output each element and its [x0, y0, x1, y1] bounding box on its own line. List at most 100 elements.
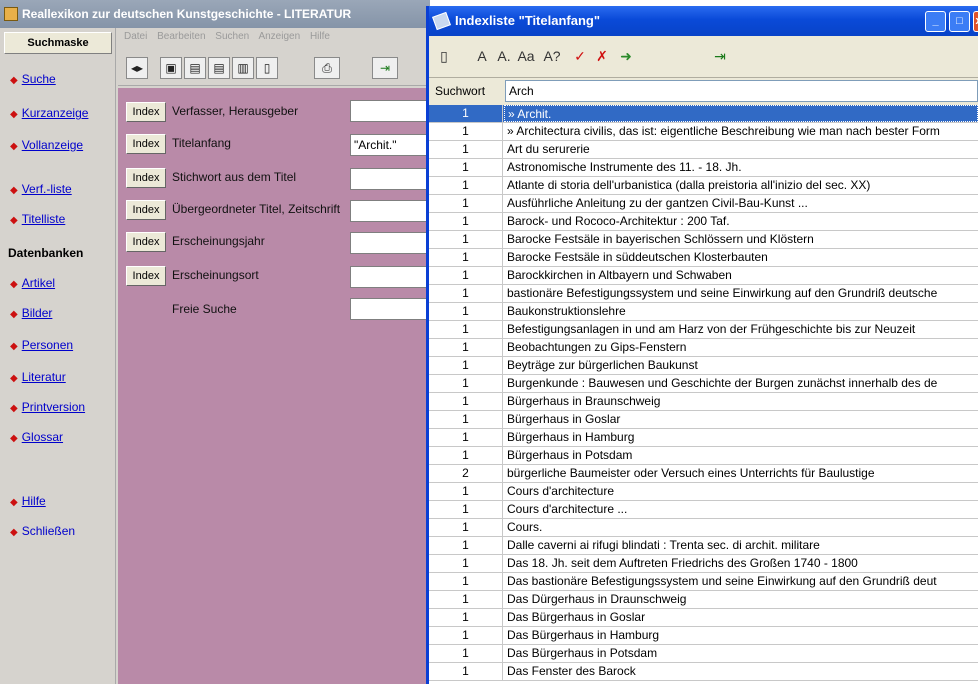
nav-hilfe-link[interactable]: Hilfe	[22, 494, 46, 508]
field-erscheinungsort[interactable]	[350, 266, 430, 288]
field-erscheinungsjahr[interactable]	[350, 232, 430, 254]
table-row[interactable]: 1 Bürgerhaus in Hamburg	[429, 429, 978, 447]
menu-datei[interactable]: Datei	[124, 31, 147, 42]
search-aa-icon[interactable]: Aa	[515, 44, 537, 68]
minimize-icon[interactable]: _	[925, 11, 946, 32]
trash-icon[interactable]: ▯	[256, 57, 278, 79]
menu-anzeigen[interactable]: Anzeigen	[258, 31, 300, 42]
close-icon[interactable]: x	[973, 11, 978, 32]
table-row[interactable]: 1 Das Dürgerhaus in Draunschweig	[429, 591, 978, 609]
nav-hilfe[interactable]: ◆ Hilfe	[10, 494, 46, 508]
table-row[interactable]: 1» Archit.	[429, 105, 978, 123]
table-row[interactable]: 1 Bürgerhaus in Goslar	[429, 411, 978, 429]
table-row[interactable]: 1 Beobachtungen zu Gips-Fenstern	[429, 339, 978, 357]
table-row[interactable]: 1 Beyträge zur bürgerlichen Baukunst	[429, 357, 978, 375]
nav-literatur-link[interactable]: Literatur	[22, 370, 66, 384]
maximize-icon[interactable]: □	[949, 11, 970, 32]
table-row[interactable]: 1 Barocke Festsäle in bayerischen Schlöss…	[429, 231, 978, 249]
table-row[interactable]: 1 Das Bürgerhaus in Hamburg	[429, 627, 978, 645]
index-button-stichwort[interactable]: Index	[126, 168, 166, 188]
index-button-uebergeordneter-titel[interactable]: Index	[126, 200, 166, 220]
index-button-erscheinungsjahr[interactable]: Index	[126, 232, 166, 252]
table-row[interactable]: 1 Burgenkunde : Bauwesen und Geschichte d…	[429, 375, 978, 393]
nav-glossar[interactable]: ◆ Glossar	[10, 430, 63, 444]
nav-schliessen-label[interactable]: Schließen	[22, 524, 75, 538]
nav-vollanzeige[interactable]: ◆ Vollanzeige	[10, 138, 83, 152]
table-row[interactable]: 1 Barocke Festsäle in süddeutschen Kloste…	[429, 249, 978, 267]
save-disk-icon[interactable]: ▤	[184, 57, 206, 79]
nav-personen-link[interactable]: Personen	[22, 338, 73, 352]
table-row[interactable]: 1 Barockkirchen in Altbayern und Schwaben	[429, 267, 978, 285]
table-row[interactable]: 1 » Architectura civilis, das ist: eigent…	[429, 123, 978, 141]
table-row[interactable]: 1 Cours.	[429, 519, 978, 537]
checkmark-icon[interactable]: ✓	[569, 44, 591, 68]
field-uebergeordneter-titel[interactable]	[350, 200, 430, 222]
nav-artikel[interactable]: ◆ Artikel	[10, 276, 55, 290]
table-row[interactable]: 1 Cours d'architecture	[429, 483, 978, 501]
table-row[interactable]: 1 Bürgerhaus in Braunschweig	[429, 393, 978, 411]
menu-suchen[interactable]: Suchen	[215, 31, 249, 42]
nav-suche-link[interactable]: Suche	[22, 72, 56, 86]
nav-personen[interactable]: ◆ Personen	[10, 338, 73, 352]
table-row[interactable]: 1 Das Bürgerhaus in Potsdam	[429, 645, 978, 663]
prev-next-arrows-icon[interactable]: ◂▸	[126, 57, 148, 79]
index-button-verfasser[interactable]: Index	[126, 102, 166, 122]
table-row[interactable]: 1 Barock- und Rococo-Architektur : 200 Ta…	[429, 213, 978, 231]
menu-bearbeiten[interactable]: Bearbeiten	[157, 31, 205, 42]
document-icon[interactable]: ▥	[232, 57, 254, 79]
table-row[interactable]: 1 Baukonstruktionslehre	[429, 303, 978, 321]
print-icon[interactable]: ⎙	[314, 57, 340, 79]
table-row[interactable]: 1 Dalle caverni ai rifugi blindati : Tren…	[429, 537, 978, 555]
nav-vollanzeige-link[interactable]: Vollanzeige	[22, 138, 83, 152]
suchwort-input[interactable]: Arch	[505, 80, 978, 102]
index-button-erscheinungsort[interactable]: Index	[126, 266, 166, 286]
field-stichwort[interactable]	[350, 168, 430, 190]
table-row[interactable]: 1 bastionäre Befestigungssystem und seine…	[429, 285, 978, 303]
nav-kurzanzeige[interactable]: ◆ Kurzanzeige	[10, 106, 88, 120]
table-row[interactable]: 1 Das Bürgerhaus in Goslar	[429, 609, 978, 627]
nav-literatur[interactable]: ◆ Literatur	[10, 370, 66, 384]
table-row[interactable]: 1 Bürgerhaus in Potsdam	[429, 447, 978, 465]
table-row[interactable]: 2 bürgerliche Baumeister oder Versuch ein…	[429, 465, 978, 483]
bullet-diamond-icon: ◆	[10, 185, 18, 196]
search-a-icon[interactable]: A	[471, 44, 493, 68]
search-a-dots-icon[interactable]: A.	[493, 44, 515, 68]
nav-titelliste[interactable]: ◆ Titelliste	[10, 212, 65, 226]
table-row[interactable]: 1 Cours d'architecture ...	[429, 501, 978, 519]
menu-hilfe[interactable]: Hilfe	[310, 31, 330, 42]
apply-arrow-icon[interactable]: ➜	[615, 44, 637, 68]
nav-titelliste-link[interactable]: Titelliste	[22, 212, 66, 226]
nav-bilder-link[interactable]: Bilder	[22, 306, 53, 320]
cancel-x-icon[interactable]: ✗	[591, 44, 613, 68]
nav-verf-liste[interactable]: ◆ Verf.-liste	[10, 182, 72, 196]
exit-door-icon[interactable]: ⇥	[709, 44, 731, 68]
nav-suche[interactable]: ◆ Suche	[10, 72, 56, 86]
save-as-disk-icon[interactable]: ▤	[208, 57, 230, 79]
table-row[interactable]: 1 Ausführliche Anleitung zu der gantzen C…	[429, 195, 978, 213]
nav-kurzanzeige-link[interactable]: Kurzanzeige	[22, 106, 89, 120]
table-row[interactable]: 1 Das bastionäre Befestigungssystem und s…	[429, 573, 978, 591]
field-freie-suche[interactable]	[350, 298, 430, 320]
table-row[interactable]: 1 Das 18. Jh. seit dem Auftreten Friedric…	[429, 555, 978, 573]
field-verfasser[interactable]	[350, 100, 430, 122]
index-button-titelanfang[interactable]: Index	[126, 134, 166, 154]
table-row[interactable]: 1 Atlante di storia dell'urbanistica (dal…	[429, 177, 978, 195]
index-list-grid[interactable]: 1» Archit. 1» Architectura civilis, das i…	[429, 105, 978, 684]
nav-glossar-link[interactable]: Glossar	[22, 430, 63, 444]
table-row[interactable]: 1 Art du serurerie	[429, 141, 978, 159]
nav-bilder[interactable]: ◆ Bilder	[10, 306, 52, 320]
binoculars-icon[interactable]: ▣	[160, 57, 182, 79]
nav-printversion[interactable]: ◆ Printversion	[10, 400, 85, 414]
field-titelanfang[interactable]: "Archit."	[350, 134, 430, 156]
nav-schliessen[interactable]: ◆ Schließen	[10, 524, 75, 538]
table-row[interactable]: 1 Befestigungsanlagen in und am Harz von …	[429, 321, 978, 339]
table-row[interactable]: 1 Astronomische Instrumente des 11. - 18.…	[429, 159, 978, 177]
suchmaske-tab[interactable]: Suchmaske	[4, 32, 112, 54]
nav-verf-liste-link[interactable]: Verf.-liste	[22, 182, 72, 196]
search-a-question-icon[interactable]: A?	[541, 44, 563, 68]
table-row[interactable]: 1 Das Fenster des Barock	[429, 663, 978, 681]
nav-artikel-link[interactable]: Artikel	[22, 276, 55, 290]
nav-printversion-link[interactable]: Printversion	[22, 400, 85, 414]
exit-door-icon[interactable]: ⇥	[372, 57, 398, 79]
trash-icon[interactable]: ▯	[433, 44, 455, 68]
